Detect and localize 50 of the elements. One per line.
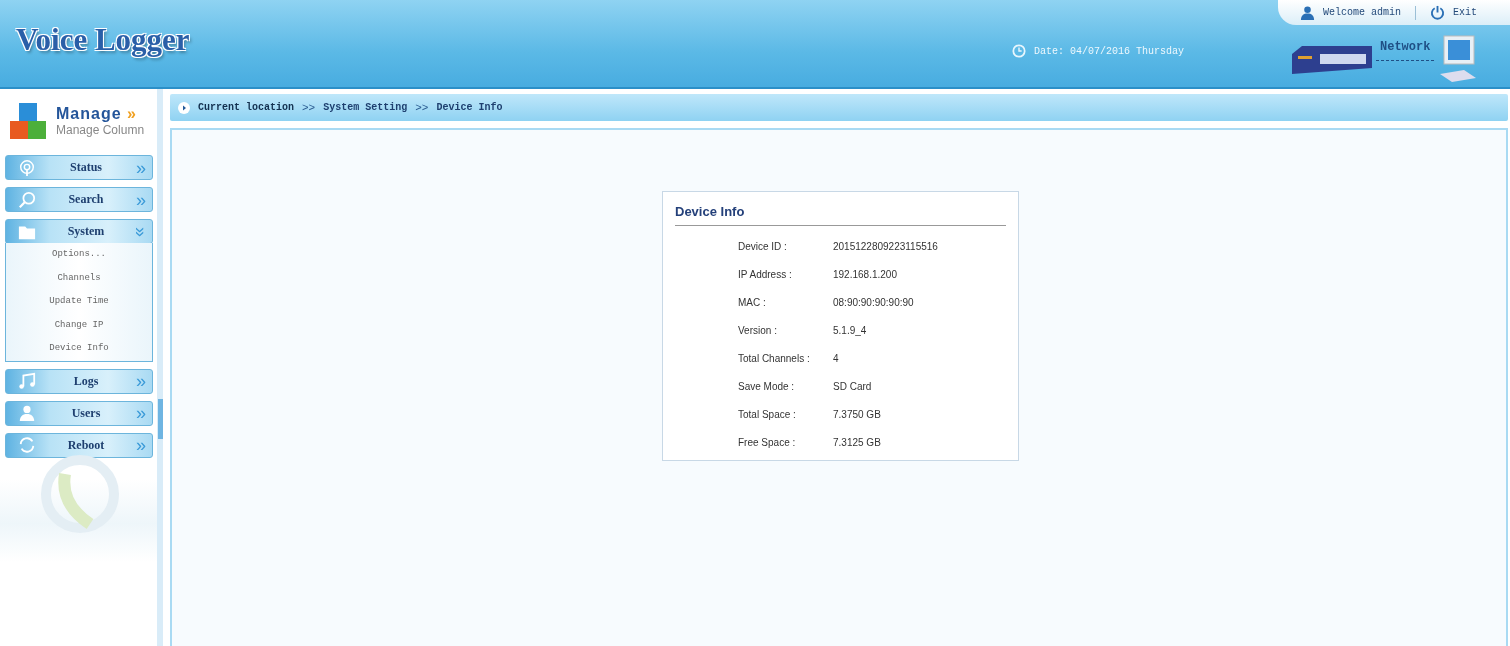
breadcrumb-link[interactable]: System Setting: [323, 102, 408, 113]
welcome-text: Welcome admin: [1323, 7, 1401, 18]
menu-item-icon: [18, 436, 36, 454]
menu-item-icon: [18, 190, 36, 209]
field-value: 08:90:90:90:90:90: [833, 296, 914, 308]
breadcrumb-link[interactable]: Device Info: [436, 102, 503, 113]
exit-link[interactable]: Exit: [1453, 7, 1478, 18]
field-value: SD Card: [833, 381, 872, 392]
menu-item-icon: [18, 372, 36, 390]
field-value: 192.168.1.200: [833, 268, 897, 280]
field-label: Save Mode :: [738, 381, 796, 392]
menu-item[interactable]: Status »: [5, 155, 153, 180]
breadcrumb-separator: >>: [415, 101, 429, 114]
breadcrumb-label: Current location: [198, 102, 294, 113]
field-value: 7.3750 GB: [833, 409, 881, 421]
field-value: 2015122809223115516: [833, 240, 938, 252]
menu-item-icon: [18, 158, 36, 177]
menu-item[interactable]: Search »: [5, 187, 153, 212]
menu-item[interactable]: Users »: [5, 400, 153, 426]
breadcrumb-separator: >>: [302, 101, 316, 114]
network-label: Network: [1376, 34, 1435, 61]
field-value: 4: [833, 352, 839, 364]
submenu-item[interactable]: Device Info: [6, 337, 152, 361]
menu-item[interactable]: Reboot »: [5, 432, 153, 458]
power-icon: [1430, 5, 1445, 20]
submenu-item[interactable]: Options...: [6, 243, 152, 267]
manage-subtitle: Manage Column: [56, 123, 145, 137]
submenu-item[interactable]: Update Time: [6, 290, 152, 314]
date-text: Date: 04/07/2016 Thursday: [1034, 45, 1185, 57]
card-title: Device Info: [675, 204, 1006, 226]
menu-item-icon: [18, 404, 36, 422]
field-label: Free Space :: [738, 437, 797, 449]
field-label: IP Address :: [738, 268, 793, 280]
user-icon: [1300, 5, 1315, 20]
clock-icon: [1012, 44, 1026, 58]
submenu-item[interactable]: Channels: [6, 266, 152, 290]
network-switch-icon: [1292, 44, 1372, 74]
field-value: 5.1.9_4: [833, 324, 867, 336]
play-icon: [178, 101, 190, 114]
app-logo: Voice Logger: [16, 21, 190, 58]
field-label: Version :: [738, 324, 778, 336]
field-label: Total Space :: [738, 409, 797, 421]
field-label: Total Channels :: [738, 352, 811, 364]
menu-item[interactable]: System »: [5, 219, 153, 244]
field-value: 7.3125 GB: [833, 437, 881, 449]
field-label: MAC :: [738, 296, 767, 308]
manage-title: Manage »: [56, 105, 138, 123]
submenu-item[interactable]: Change IP: [6, 313, 152, 337]
field-label: Device ID :: [738, 240, 788, 252]
menu-item[interactable]: Logs »: [5, 368, 153, 394]
